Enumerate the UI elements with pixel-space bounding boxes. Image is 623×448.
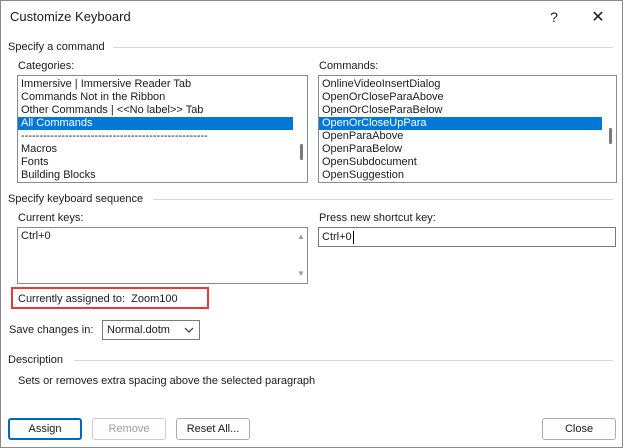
commands-listbox[interactable]: OnlineVideoInsertDialog OpenOrCloseParaAb… <box>318 75 617 183</box>
new-shortcut-label: Press new shortcut key: <box>319 212 436 224</box>
current-keys-label: Current keys: <box>18 212 84 224</box>
categories-label: Categories: <box>18 60 75 72</box>
description-heading: Description <box>8 354 64 366</box>
commands-scrollbar[interactable] <box>604 76 616 182</box>
list-item[interactable]: Ctrl+0 <box>18 230 293 243</box>
description-text: Sets or removes extra spacing above the … <box>18 375 316 387</box>
list-item[interactable]: ----------------------------------------… <box>18 130 293 143</box>
section-divider <box>153 199 613 200</box>
title-close-button[interactable]: ✕ <box>578 1 618 33</box>
new-shortcut-value: Ctrl+0 <box>322 231 352 243</box>
list-item[interactable]: Immersive | Immersive Reader Tab <box>18 78 293 91</box>
help-icon: ? <box>550 9 558 25</box>
chevron-down-icon <box>182 323 196 337</box>
save-changes-label: Save changes in: <box>9 324 94 336</box>
reset-all-button[interactable]: Reset All... <box>176 418 250 440</box>
specify-command-heading: Specify a command <box>8 41 105 53</box>
currently-assigned-label: Currently assigned to: <box>18 293 125 305</box>
list-item[interactable]: Building Blocks <box>18 169 293 182</box>
list-item[interactable]: OpenOrCloseParaBelow <box>319 104 602 117</box>
list-item[interactable]: OnlineVideoInsertDialog <box>319 78 602 91</box>
list-item[interactable]: OpenSuggestion <box>319 169 602 182</box>
list-item[interactable]: OpenParaAbove <box>319 130 602 143</box>
title-bar: Customize Keyboard ? ✕ <box>1 1 622 33</box>
list-item[interactable]: Other Commands | <<No label>> Tab <box>18 104 293 117</box>
current-keys-listbox[interactable]: Ctrl+0 ▲ ▼ <box>17 227 308 284</box>
text-caret <box>352 230 354 244</box>
list-item[interactable]: Commands Not in the Ribbon <box>18 91 293 104</box>
close-icon: ✕ <box>591 9 605 26</box>
list-item[interactable]: OpenParaBelow <box>319 143 602 156</box>
current-keys-scrollbar[interactable]: ▲ ▼ <box>295 228 307 283</box>
categories-listbox[interactable]: Immersive | Immersive Reader Tab Commands… <box>17 75 308 183</box>
list-item[interactable]: OpenOrCloseParaAbove <box>319 91 602 104</box>
help-button[interactable]: ? <box>534 1 574 33</box>
currently-assigned-value: Zoom100 <box>131 293 178 305</box>
list-item[interactable]: OpenOrCloseUpPara <box>319 117 602 130</box>
window-title: Customize Keyboard <box>10 9 131 24</box>
save-changes-select[interactable]: Normal.dotm <box>102 320 200 340</box>
keyboard-sequence-heading: Specify keyboard sequence <box>8 193 144 205</box>
list-item[interactable]: All Commands <box>18 117 293 130</box>
customize-keyboard-dialog: Customize Keyboard ? ✕ Specify a command… <box>0 0 623 448</box>
save-changes-value: Normal.dotm <box>107 324 170 336</box>
list-item[interactable]: Macros <box>18 143 293 156</box>
section-divider <box>74 360 613 361</box>
new-shortcut-input[interactable]: Ctrl+0 <box>318 227 616 247</box>
assign-button[interactable]: Assign <box>8 418 82 440</box>
section-divider <box>113 47 613 48</box>
close-button[interactable]: Close <box>542 418 616 440</box>
categories-scroll-thumb[interactable] <box>300 144 303 160</box>
list-item[interactable]: Fonts <box>18 156 293 169</box>
commands-scroll-thumb[interactable] <box>609 128 612 144</box>
list-item[interactable]: OpenSubdocument <box>319 156 602 169</box>
scroll-down-arrow-icon[interactable]: ▼ <box>296 269 306 279</box>
remove-button[interactable]: Remove <box>92 418 166 440</box>
currently-assigned-highlight: Currently assigned to: Zoom100 <box>11 287 209 309</box>
scroll-up-arrow-icon[interactable]: ▲ <box>296 232 306 242</box>
currently-assigned-text: Currently assigned to: Zoom100 <box>18 293 178 305</box>
categories-scrollbar[interactable] <box>295 76 307 182</box>
commands-label: Commands: <box>319 60 379 72</box>
